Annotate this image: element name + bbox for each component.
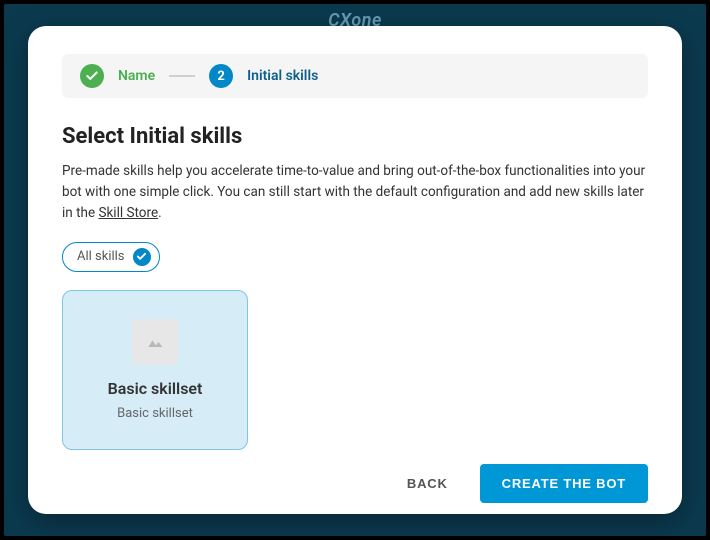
wizard-stepper: Name 2 Initial skills: [62, 54, 648, 98]
check-icon: [136, 251, 147, 262]
step-2-indicator: 2: [209, 64, 233, 88]
check-icon: [85, 69, 99, 83]
description-text-2: .: [158, 205, 162, 221]
create-the-bot-button[interactable]: CREATE THE BOT: [480, 464, 648, 503]
skill-store-link[interactable]: Skill Store: [98, 205, 158, 221]
page-description: Pre-made skills help you accelerate time…: [62, 161, 648, 224]
back-button[interactable]: BACK: [403, 468, 452, 499]
image-placeholder-icon: [145, 335, 165, 349]
skill-card-basic-skillset[interactable]: Basic skillset Basic skillset: [62, 290, 248, 450]
skill-card-subtitle: Basic skillset: [117, 406, 193, 421]
app-backdrop: CXone Name 2 Initial skills Select Initi…: [4, 4, 706, 536]
filter-row: All skills: [62, 242, 648, 272]
create-bot-modal: Name 2 Initial skills Select Initial ski…: [28, 26, 682, 514]
step-1-label: Name: [118, 68, 155, 84]
skill-card-grid: Basic skillset Basic skillset: [62, 290, 648, 450]
filter-chip-label: All skills: [77, 249, 125, 264]
step-2-label: Initial skills: [247, 68, 318, 84]
step-1-done-indicator: [80, 64, 104, 88]
filter-chip-check: [133, 248, 151, 266]
step-connector: [169, 75, 195, 77]
modal-footer: BACK CREATE THE BOT: [62, 450, 648, 503]
filter-chip-all-skills[interactable]: All skills: [62, 242, 160, 272]
skill-card-title: Basic skillset: [108, 379, 203, 398]
skill-card-thumbnail: [132, 319, 178, 365]
page-title: Select Initial skills: [62, 124, 648, 149]
